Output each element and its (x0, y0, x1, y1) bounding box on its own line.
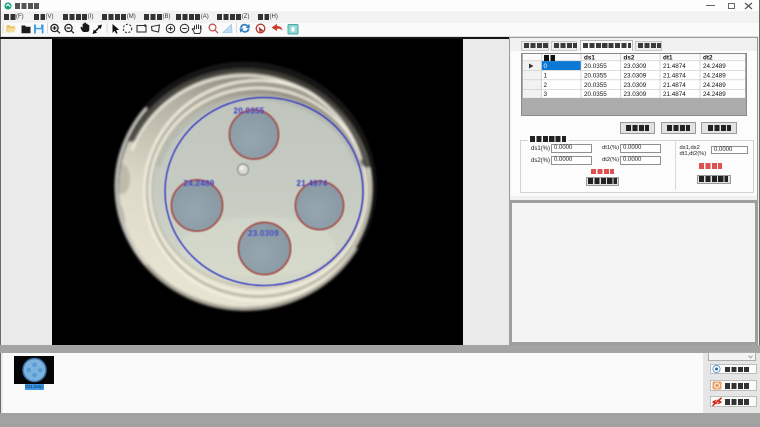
svg-text:23.0309: 23.0309 (248, 229, 279, 238)
svg-text:23.0309: 23.0309 (624, 82, 647, 89)
svg-text:0: 0 (544, 63, 548, 70)
svg-text:23.0309: 23.0309 (624, 72, 647, 79)
svg-text:21.4874: 21.4874 (663, 72, 686, 79)
svg-text:ds1: ds1 (584, 54, 595, 61)
svg-text:20.0355: 20.0355 (584, 72, 607, 79)
svg-text:1: 1 (544, 72, 548, 79)
svg-text:20.0355: 20.0355 (234, 106, 265, 115)
svg-text:dt2: dt2 (703, 54, 713, 61)
svg-text:3: 3 (544, 91, 548, 98)
svg-text:20.0355: 20.0355 (584, 91, 607, 98)
svg-text:21.4874: 21.4874 (663, 91, 686, 98)
svg-text:23.0309: 23.0309 (624, 91, 647, 98)
svg-text:2: 2 (544, 82, 548, 89)
svg-text:20.0355: 20.0355 (584, 82, 607, 89)
svg-text:24.2489: 24.2489 (703, 91, 726, 98)
svg-text:23.0309: 23.0309 (624, 63, 647, 70)
svg-text:20.0355: 20.0355 (584, 63, 607, 70)
svg-text:24.2489: 24.2489 (703, 63, 726, 70)
svg-text:21.4874: 21.4874 (297, 179, 328, 188)
svg-text:21.4874: 21.4874 (663, 82, 686, 89)
svg-text:24.2489: 24.2489 (184, 179, 215, 188)
svg-text:ds2: ds2 (624, 54, 635, 61)
svg-text:21.4874: 21.4874 (663, 63, 686, 70)
svg-text:dt1: dt1 (663, 54, 673, 61)
svg-text:24.2489: 24.2489 (703, 72, 726, 79)
svg-text:24.2489: 24.2489 (703, 82, 726, 89)
